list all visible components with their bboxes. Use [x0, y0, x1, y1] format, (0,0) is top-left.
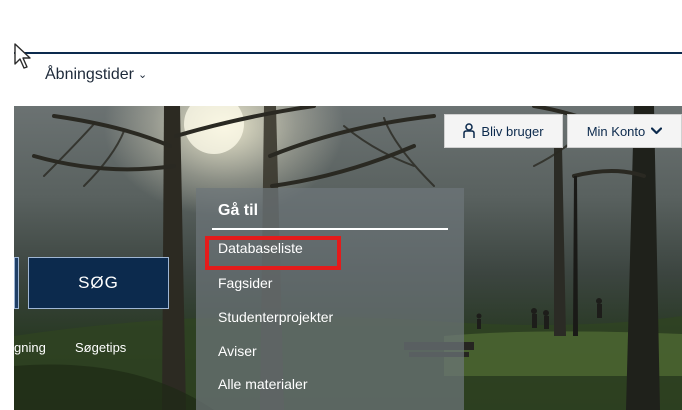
search-input-edge[interactable]	[14, 257, 19, 309]
become-user-button[interactable]: Bliv bruger	[444, 114, 563, 148]
goto-menu-panel: Gå til Databaseliste Fagsider Studenterp…	[196, 188, 464, 410]
my-account-button[interactable]: Min Konto	[567, 114, 682, 148]
goto-item-studenterprojekter[interactable]: Studenterprojekter	[218, 309, 333, 325]
top-divider-line	[14, 52, 682, 54]
become-user-label: Bliv bruger	[481, 123, 544, 139]
goto-item-alle-materialer[interactable]: Alle materialer	[218, 376, 307, 392]
search-tips-link[interactable]: Søgetips	[75, 340, 126, 355]
goto-item-fagsider[interactable]: Fagsider	[218, 275, 272, 291]
opening-hours-link[interactable]: Åbningstider ⌄	[45, 66, 147, 84]
person-icon	[463, 123, 476, 138]
highlight-annotation-box	[205, 236, 341, 270]
goto-item-aviser[interactable]: Aviser	[218, 343, 257, 359]
mouse-pointer-icon	[14, 43, 31, 69]
chevron-down-icon	[651, 127, 663, 135]
goto-menu-heading: Gå til	[218, 202, 259, 219]
my-account-label: Min Konto	[586, 123, 646, 139]
chevron-down-icon: ⌄	[137, 69, 148, 81]
search-button[interactable]: SØG	[28, 257, 169, 309]
goto-menu-divider	[212, 228, 448, 230]
search-link-partial[interactable]: gning	[14, 340, 46, 355]
opening-hours-label: Åbningstider	[45, 66, 134, 83]
